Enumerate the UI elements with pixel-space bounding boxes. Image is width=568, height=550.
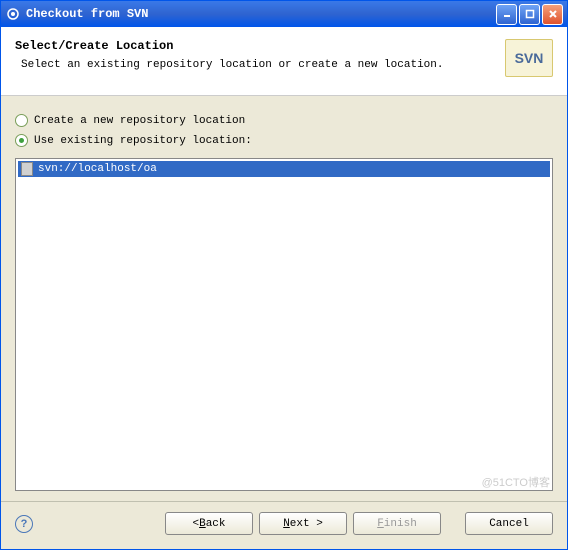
- finish-button: Finish: [353, 512, 441, 535]
- radio-icon: [15, 134, 28, 147]
- back-button[interactable]: < Back: [165, 512, 253, 535]
- titlebar-text: Checkout from SVN: [26, 7, 496, 21]
- maximize-button[interactable]: [519, 4, 540, 25]
- radio-use-existing[interactable]: Use existing repository location:: [15, 134, 553, 147]
- header-text: Select/Create Location Select an existin…: [15, 39, 495, 77]
- list-item[interactable]: svn://localhost/oa: [18, 161, 550, 177]
- radio-create-location[interactable]: Create a new repository location: [15, 114, 553, 127]
- watermark: @51CTO博客: [482, 474, 550, 490]
- nav-buttons: < Back Next > Finish Cancel: [165, 512, 553, 535]
- repository-icon: [21, 162, 33, 176]
- next-button[interactable]: Next >: [259, 512, 347, 535]
- svn-logo-icon: SVN: [505, 39, 553, 77]
- button-bar: ? < Back Next > Finish Cancel: [1, 501, 567, 549]
- wizard-header: Select/Create Location Select an existin…: [1, 27, 567, 96]
- page-title: Select/Create Location: [15, 39, 495, 53]
- repository-list[interactable]: svn://localhost/oa: [15, 158, 553, 491]
- close-button[interactable]: [542, 4, 563, 25]
- repository-url: svn://localhost/oa: [38, 163, 157, 175]
- window-buttons: [496, 4, 563, 25]
- cancel-button[interactable]: Cancel: [465, 512, 553, 535]
- app-icon: [5, 6, 21, 22]
- minimize-button[interactable]: [496, 4, 517, 25]
- page-description: Select an existing repository location o…: [21, 59, 495, 71]
- help-button[interactable]: ?: [15, 515, 33, 533]
- content-area: Create a new repository location Use exi…: [1, 96, 567, 501]
- radio-label: Create a new repository location: [34, 115, 245, 127]
- titlebar[interactable]: Checkout from SVN: [1, 1, 567, 27]
- dialog-window: Checkout from SVN Select/Create Location…: [0, 0, 568, 550]
- radio-label: Use existing repository location:: [34, 135, 252, 147]
- radio-icon: [15, 114, 28, 127]
